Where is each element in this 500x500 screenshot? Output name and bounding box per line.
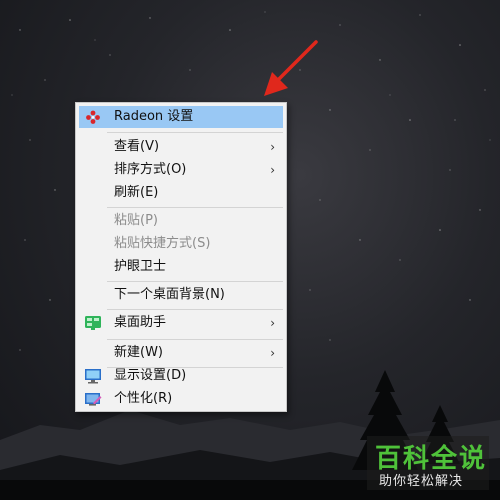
menu-item-sort-by[interactable]: 排序方式(O) › [79,159,283,181]
chevron-right-icon: › [270,316,275,330]
menu-item-paste-shortcut[interactable]: 粘贴快捷方式(S) [79,233,283,255]
menu-item-label: 粘贴快捷方式(S) [114,236,211,251]
watermark-subtitle: 助你轻松解决 [379,474,464,489]
menu-item-new[interactable]: 新建(W) › [79,342,283,364]
display-settings-icon [85,369,101,384]
menu-item-label: Radeon 设置 [114,109,194,124]
menu-item-desktop-assistant[interactable]: 桌面助手 › [79,312,283,334]
personalize-icon [85,393,102,406]
menu-item-radeon-settings[interactable]: Radeon 设置 [79,106,283,128]
desktop-assistant-icon [85,316,101,330]
menu-item-view[interactable]: 查看(V) › [79,136,283,158]
menu-item-label: 新建(W) [114,345,163,360]
menu-item-label: 个性化(R) [114,391,173,406]
menu-separator [107,207,283,208]
menu-item-label: 粘贴(P) [114,213,158,228]
menu-item-label: 刷新(E) [114,185,159,200]
chevron-right-icon: › [270,163,275,177]
menu-item-label: 显示设置(D) [114,368,187,383]
menu-item-label: 排序方式(O) [114,162,187,177]
menu-separator [107,339,283,340]
menu-item-label: 护眼卫士 [114,259,167,274]
watermark-logo: 百科全说 助你轻松解决 [367,436,489,490]
menu-item-eye-protection[interactable]: 护眼卫士 [79,256,283,278]
red-arrow-annotation [264,40,318,96]
menu-separator [107,132,283,133]
desktop-context-menu: Radeon 设置 查看(V) › 排序方式(O) › 刷新(E) 粘贴(P) … [75,102,287,412]
menu-item-label: 查看(V) [114,139,160,154]
menu-separator [107,309,283,310]
radeon-icon [86,110,100,124]
menu-item-refresh[interactable]: 刷新(E) [79,182,283,204]
menu-item-display-settings[interactable]: 显示设置(D) [79,365,283,387]
menu-item-personalize[interactable]: 个性化(R) [79,388,283,410]
chevron-right-icon: › [270,346,275,360]
menu-item-label: 桌面助手 [114,315,167,330]
menu-item-next-background[interactable]: 下一个桌面背景(N) [79,284,283,306]
menu-separator [107,281,283,282]
chevron-right-icon: › [270,140,275,154]
menu-item-paste[interactable]: 粘贴(P) [79,210,283,232]
menu-item-label: 下一个桌面背景(N) [114,287,225,302]
